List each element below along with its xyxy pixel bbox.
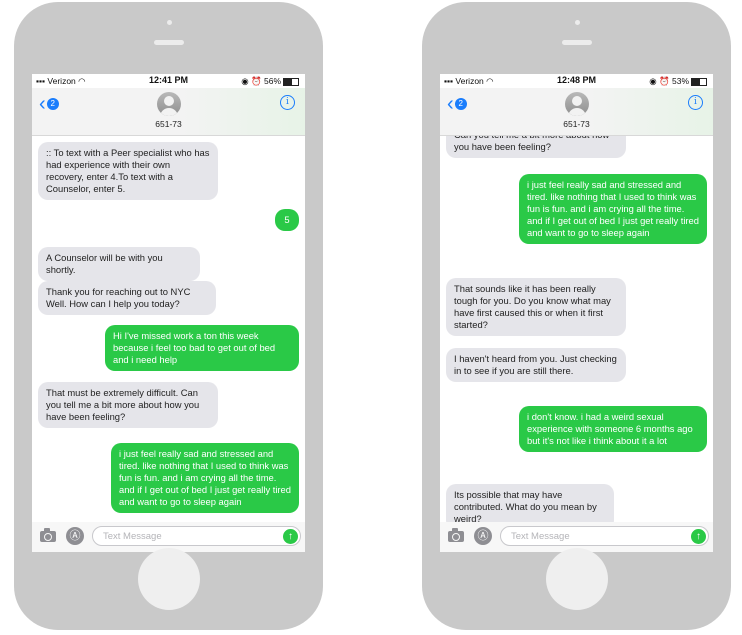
camera-icon[interactable] xyxy=(40,528,56,542)
phone-left: ▪▪▪ Verizon ◠ 12:41 PM ◉ ⏰ 56% ‹ 2 651-73… xyxy=(14,2,323,630)
location-icon: ◉ xyxy=(649,76,657,86)
message-outgoing: i don't know. i had a weird sexual exper… xyxy=(519,406,707,452)
phone-screen: ▪▪▪ Verizon ◠ 12:41 PM ◉ ⏰ 56% ‹ 2 651-73… xyxy=(32,74,305,552)
battery-icon xyxy=(691,77,707,86)
message-input[interactable]: Text Message ↑ xyxy=(500,526,709,546)
back-button[interactable]: ‹ 2 xyxy=(447,92,467,115)
info-icon[interactable]: i xyxy=(280,95,295,110)
message-incoming: That sounds like it has been really toug… xyxy=(446,278,626,336)
home-button[interactable] xyxy=(137,548,200,610)
alarm-icon: ⏰ xyxy=(251,76,262,86)
camera-icon[interactable] xyxy=(448,528,464,542)
unread-badge: 2 xyxy=(454,97,467,110)
status-bar: ▪▪▪ Verizon ◠ 12:41 PM ◉ ⏰ 56% xyxy=(32,74,305,88)
unread-badge: 2 xyxy=(46,97,59,110)
location-icon: ◉ xyxy=(241,76,249,86)
message-incoming: :: To text with a Peer specialist who ha… xyxy=(38,142,218,200)
app-store-icon[interactable]: Ⓐ xyxy=(66,527,84,545)
chevron-left-icon: ‹ xyxy=(39,92,46,115)
info-icon[interactable]: i xyxy=(688,95,703,110)
message-incoming: That must be extremely difficult. Can yo… xyxy=(38,382,218,428)
contact-avatar[interactable] xyxy=(156,92,181,116)
send-arrow-icon[interactable]: ↑ xyxy=(691,529,706,544)
message-input-placeholder: Text Message xyxy=(511,531,570,542)
conversation-header: ‹ 2 651-73 i xyxy=(440,88,713,136)
earpiece-speaker xyxy=(561,40,592,45)
earpiece-speaker xyxy=(153,40,184,45)
phone-screen: ▪▪▪ Verizon ◠ 12:48 PM ◉ ⏰ 53% ‹ 2 651-73… xyxy=(440,74,713,552)
back-button[interactable]: ‹ 2 xyxy=(39,92,59,115)
battery-percent: 53% xyxy=(671,76,689,86)
app-store-icon[interactable]: Ⓐ xyxy=(474,527,492,545)
front-camera xyxy=(166,20,172,25)
message-incoming: Its possible that may have contributed. … xyxy=(446,484,614,522)
home-button[interactable] xyxy=(545,548,608,610)
alarm-icon: ⏰ xyxy=(659,76,670,86)
conversation-header: ‹ 2 651-73 i xyxy=(32,88,305,136)
message-incoming: Can you tell me a bit more about how you… xyxy=(446,136,626,158)
message-outgoing: 5 xyxy=(275,209,299,231)
message-list: Can you tell me a bit more about how you… xyxy=(440,136,713,522)
contact-name[interactable]: 651-73 xyxy=(440,119,713,129)
send-arrow-icon[interactable]: ↑ xyxy=(283,529,298,544)
message-incoming: Thank you for reaching out to NYC Well. … xyxy=(38,281,216,315)
battery-percent: 56% xyxy=(263,76,281,86)
message-outgoing: i just feel really sad and stressed and … xyxy=(519,174,707,244)
contact-avatar[interactable] xyxy=(564,92,589,116)
message-outgoing: Hi I've missed work a ton this week beca… xyxy=(105,325,299,371)
contact-name[interactable]: 651-73 xyxy=(32,119,305,129)
phone-right: ▪▪▪ Verizon ◠ 12:48 PM ◉ ⏰ 53% ‹ 2 651-73… xyxy=(422,2,731,630)
chevron-left-icon: ‹ xyxy=(447,92,454,115)
message-outgoing: i just feel really sad and stressed and … xyxy=(111,443,299,513)
message-incoming: I haven't heard from you. Just checking … xyxy=(446,348,626,382)
message-incoming: A Counselor will be with you shortly. xyxy=(38,247,200,281)
message-input-placeholder: Text Message xyxy=(103,531,162,542)
status-bar: ▪▪▪ Verizon ◠ 12:48 PM ◉ ⏰ 53% xyxy=(440,74,713,88)
message-input[interactable]: Text Message ↑ xyxy=(92,526,301,546)
battery-icon xyxy=(283,77,299,86)
front-camera xyxy=(574,20,580,25)
message-list: :: To text with a Peer specialist who ha… xyxy=(32,136,305,522)
